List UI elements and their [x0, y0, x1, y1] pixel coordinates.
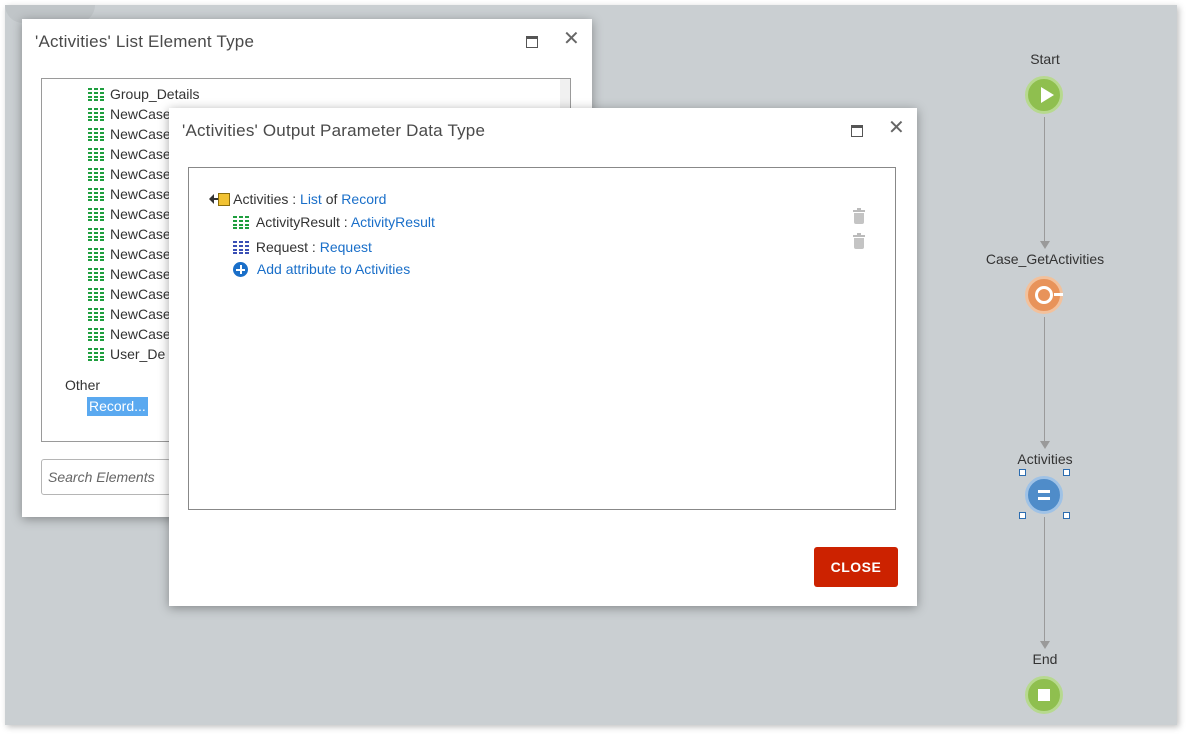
entity-icon	[88, 228, 104, 241]
close-dialog-button[interactable]: ✕	[563, 29, 580, 49]
entity-icon	[88, 348, 104, 361]
output-record-icon	[209, 192, 230, 207]
close-icon: ✕	[888, 117, 905, 139]
list-item[interactable]: NewCase	[88, 244, 171, 264]
maximize-icon	[851, 125, 863, 137]
entity-icon	[88, 248, 104, 261]
attribute-name: ActivityResult	[255, 214, 340, 230]
close-dialog-button[interactable]: ✕	[888, 118, 905, 138]
list-item[interactable]: NewCase	[88, 304, 171, 324]
close-icon: ✕	[563, 28, 580, 50]
arrow-down-icon	[1040, 641, 1050, 649]
attribute-type-link[interactable]: Request	[320, 239, 372, 255]
entity-icon	[88, 308, 104, 321]
record-item-selected[interactable]: Record...	[87, 397, 148, 416]
entity-icon	[88, 328, 104, 341]
start-node-icon[interactable]	[1025, 76, 1063, 114]
selection-handle[interactable]	[1063, 469, 1070, 476]
entity-icon	[88, 188, 104, 201]
entity-icon	[88, 168, 104, 181]
output-parameter-data-type-dialog: 'Activities' Output Parameter Data Type …	[169, 108, 917, 606]
list-item[interactable]: NewCase	[88, 324, 171, 344]
entity-icon	[88, 128, 104, 141]
end-node-label: End	[1032, 651, 1058, 667]
maximize-icon	[526, 36, 538, 48]
attribute-name: Request	[255, 239, 309, 255]
structure-editor: Activities : List of Record ActivityResu…	[188, 167, 896, 510]
start-node-label: Start	[1030, 51, 1060, 67]
delete-attribute-trash-icon[interactable]	[853, 233, 865, 249]
search-elements-input[interactable]	[41, 459, 171, 495]
entity-icon	[88, 288, 104, 301]
delete-attribute-trash-icon[interactable]	[853, 208, 865, 224]
server-action-node-icon[interactable]	[1025, 276, 1063, 314]
dialog-title: 'Activities' Output Parameter Data Type	[182, 121, 486, 140]
entity-icon	[88, 88, 104, 101]
assign-node-label: Activities	[1017, 451, 1073, 467]
entity-icon	[88, 148, 104, 161]
root-name: Activities	[233, 191, 289, 207]
entity-icon	[88, 268, 104, 281]
list-item[interactable]: Group_Details	[88, 84, 200, 104]
dialog-title: 'Activities' List Element Type	[35, 32, 255, 51]
flow-connector	[1044, 517, 1045, 641]
entity-icon	[233, 216, 249, 229]
action-node-label: Case_GetActivities	[985, 251, 1105, 267]
add-attribute-link[interactable]: Add attribute to Activities	[233, 259, 410, 279]
arrow-down-icon	[1040, 441, 1050, 449]
list-item[interactable]: NewCase	[88, 204, 171, 224]
root-parameter-row: Activities : List of Record	[209, 189, 386, 209]
list-item[interactable]: NewCase	[88, 184, 171, 204]
attribute-type-link[interactable]: ActivityResult	[351, 214, 435, 230]
other-section-label: Other	[65, 377, 101, 393]
selection-handle[interactable]	[1063, 512, 1070, 519]
list-item[interactable]: NewCase	[88, 144, 171, 164]
list-item[interactable]: NewCase	[88, 164, 171, 184]
flow-connector	[1044, 317, 1045, 441]
list-item[interactable]: NewCase	[88, 264, 171, 284]
selection-handle[interactable]	[1019, 512, 1026, 519]
list-item[interactable]: NewCase	[88, 224, 171, 244]
assign-node-icon[interactable]	[1025, 476, 1063, 514]
record-type-link[interactable]: Record	[341, 191, 386, 207]
entity-icon	[88, 208, 104, 221]
arrow-down-icon	[1040, 241, 1050, 249]
list-item[interactable]: NewCase	[88, 104, 171, 124]
list-item[interactable]: NewCase	[88, 124, 171, 144]
attribute-row: ActivityResult : ActivityResult	[233, 212, 435, 232]
close-button[interactable]: CLOSE	[814, 547, 898, 587]
maximize-button[interactable]	[849, 122, 865, 138]
structure-icon	[233, 241, 249, 254]
plus-circle-icon	[233, 262, 248, 277]
flow-connector	[1044, 117, 1045, 241]
attribute-row: Request : Request	[233, 237, 372, 257]
list-type-link[interactable]: List	[300, 191, 322, 207]
entity-icon	[88, 79, 104, 81]
maximize-button[interactable]	[524, 33, 540, 49]
entity-icon	[88, 108, 104, 121]
list-item[interactable]	[88, 79, 104, 81]
list-item[interactable]: User_De	[88, 344, 165, 364]
end-node-icon[interactable]	[1025, 676, 1063, 714]
selection-handle[interactable]	[1019, 469, 1026, 476]
list-item[interactable]: NewCase	[88, 284, 171, 304]
